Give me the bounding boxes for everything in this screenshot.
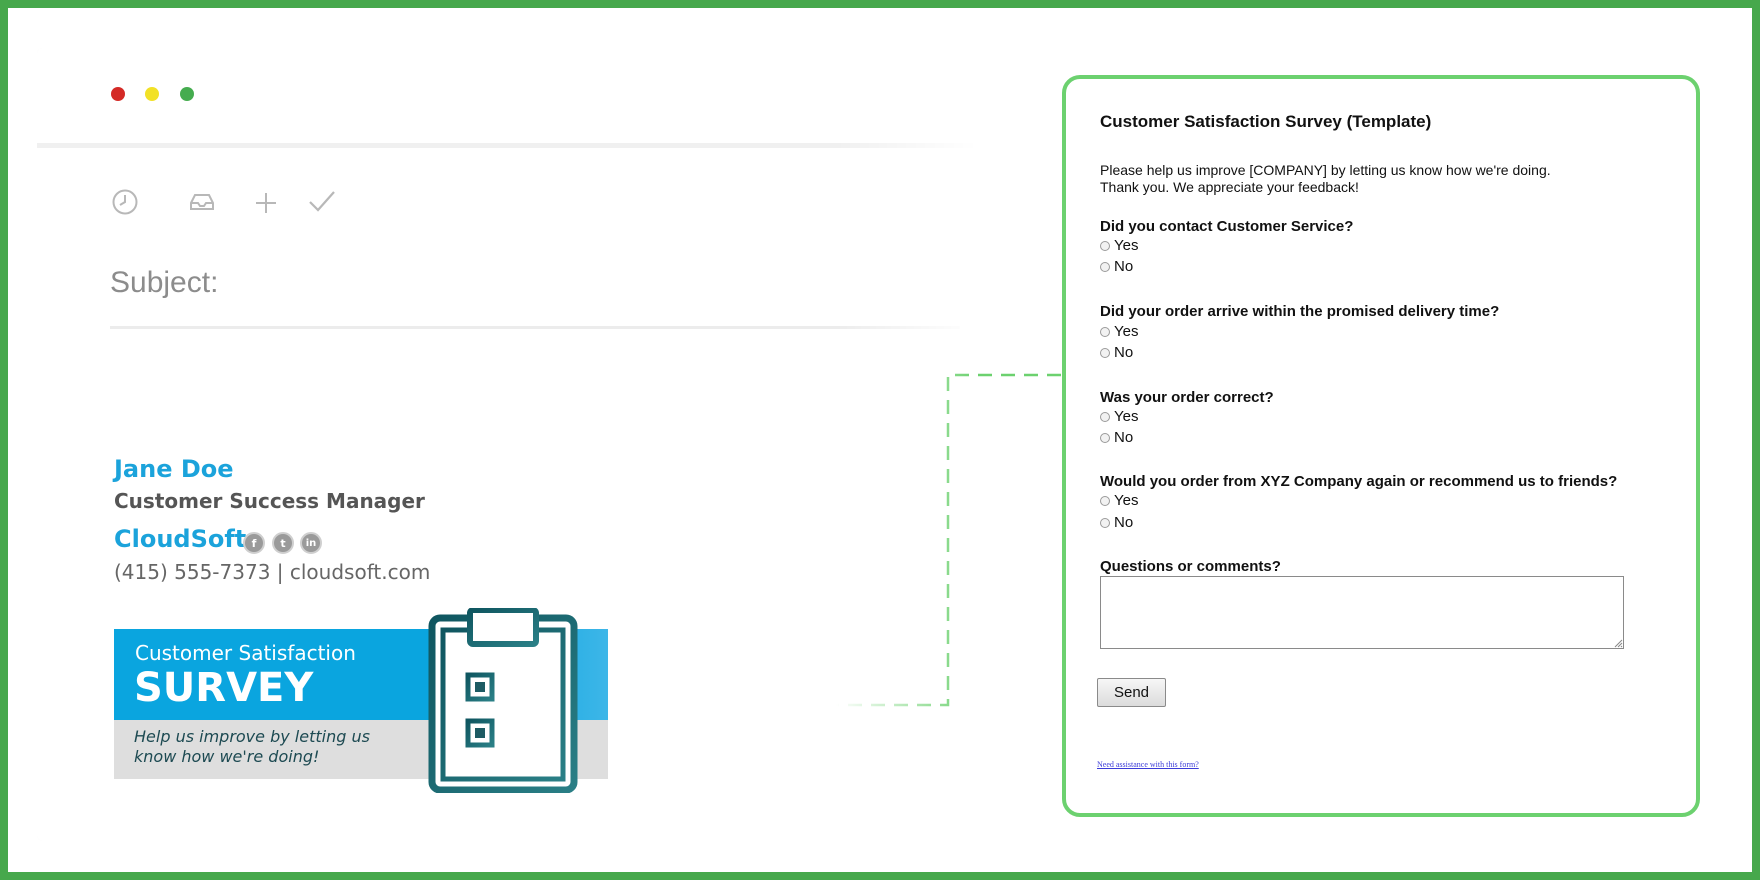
question-3-label: Was your order correct? [1100, 389, 1274, 406]
radio-button[interactable] [1100, 517, 1110, 528]
inbox-icon[interactable] [188, 188, 216, 221]
question-2-label: Did your order arrive within the promise… [1100, 303, 1500, 320]
signature-contact: (415) 555-7373 | cloudsoft.com [114, 560, 431, 584]
question-1-label: Did you contact Customer Service? [1100, 218, 1354, 235]
question-1-option-no[interactable]: No [1100, 258, 1133, 275]
clock-icon[interactable] [111, 188, 139, 221]
question-4-label: Would you order from XYZ Company again o… [1100, 473, 1618, 490]
help-link[interactable]: Need assistance with this form? [1097, 760, 1199, 769]
subject-label[interactable]: Subject: [110, 266, 218, 300]
question-4-option-yes[interactable]: Yes [1100, 492, 1138, 509]
facebook-icon[interactable]: f [243, 532, 265, 554]
banner-headline: SURVEY [134, 665, 314, 711]
survey-intro-line1: Please help us improve [COMPANY] by lett… [1100, 162, 1551, 178]
minimize-window-button[interactable] [145, 87, 159, 101]
send-button[interactable]: Send [1097, 678, 1166, 707]
survey-intro: Please help us improve [COMPANY] by lett… [1100, 162, 1660, 196]
plus-icon[interactable] [253, 188, 279, 221]
signature-company: CloudSoft [114, 525, 247, 553]
question-2-option-yes[interactable]: Yes [1100, 323, 1138, 340]
clipboard-checklist-icon [428, 608, 578, 793]
linkedin-icon[interactable]: in [300, 532, 322, 554]
option-label: Yes [1114, 492, 1139, 509]
survey-title: Customer Satisfaction Survey (Template) [1100, 112, 1432, 131]
question-2-option-no[interactable]: No [1100, 344, 1133, 361]
maximize-window-button[interactable] [180, 87, 194, 101]
question-3-option-no[interactable]: No [1100, 429, 1133, 446]
window-titlebar [37, 48, 977, 148]
comments-label: Questions or comments? [1100, 558, 1281, 575]
twitter-icon[interactable]: t [272, 532, 294, 554]
question-1-option-yes[interactable]: Yes [1100, 237, 1138, 254]
check-icon[interactable] [307, 188, 337, 221]
banner-kicker: Customer Satisfaction [135, 641, 356, 665]
question-4-option-no[interactable]: No [1100, 514, 1133, 531]
signature-title: Customer Success Manager [114, 489, 425, 513]
option-label: No [1114, 344, 1134, 361]
radio-button[interactable] [1100, 432, 1110, 443]
signature-name: Jane Doe [114, 455, 234, 483]
radio-button[interactable] [1100, 411, 1110, 422]
survey-intro-line2: Thank you. We appreciate your feedback! [1100, 179, 1359, 195]
survey-form-panel: Customer Satisfaction Survey (Template) … [1062, 75, 1700, 817]
close-window-button[interactable] [111, 87, 125, 101]
radio-button[interactable] [1100, 495, 1110, 506]
option-label: No [1114, 429, 1134, 446]
resize-grip-icon[interactable] [1613, 638, 1623, 648]
option-label: No [1114, 258, 1134, 275]
radio-button[interactable] [1100, 261, 1110, 272]
option-label: Yes [1114, 323, 1139, 340]
radio-button[interactable] [1100, 326, 1110, 337]
banner-tagline: Help us improve by letting us know how w… [134, 727, 370, 766]
comments-textarea[interactable] [1100, 576, 1624, 649]
option-label: No [1114, 514, 1134, 531]
radio-button[interactable] [1100, 347, 1110, 358]
subject-divider [110, 326, 960, 329]
question-3-option-yes[interactable]: Yes [1100, 408, 1138, 425]
option-label: Yes [1114, 408, 1139, 425]
radio-button[interactable] [1100, 240, 1110, 251]
option-label: Yes [1114, 237, 1139, 254]
